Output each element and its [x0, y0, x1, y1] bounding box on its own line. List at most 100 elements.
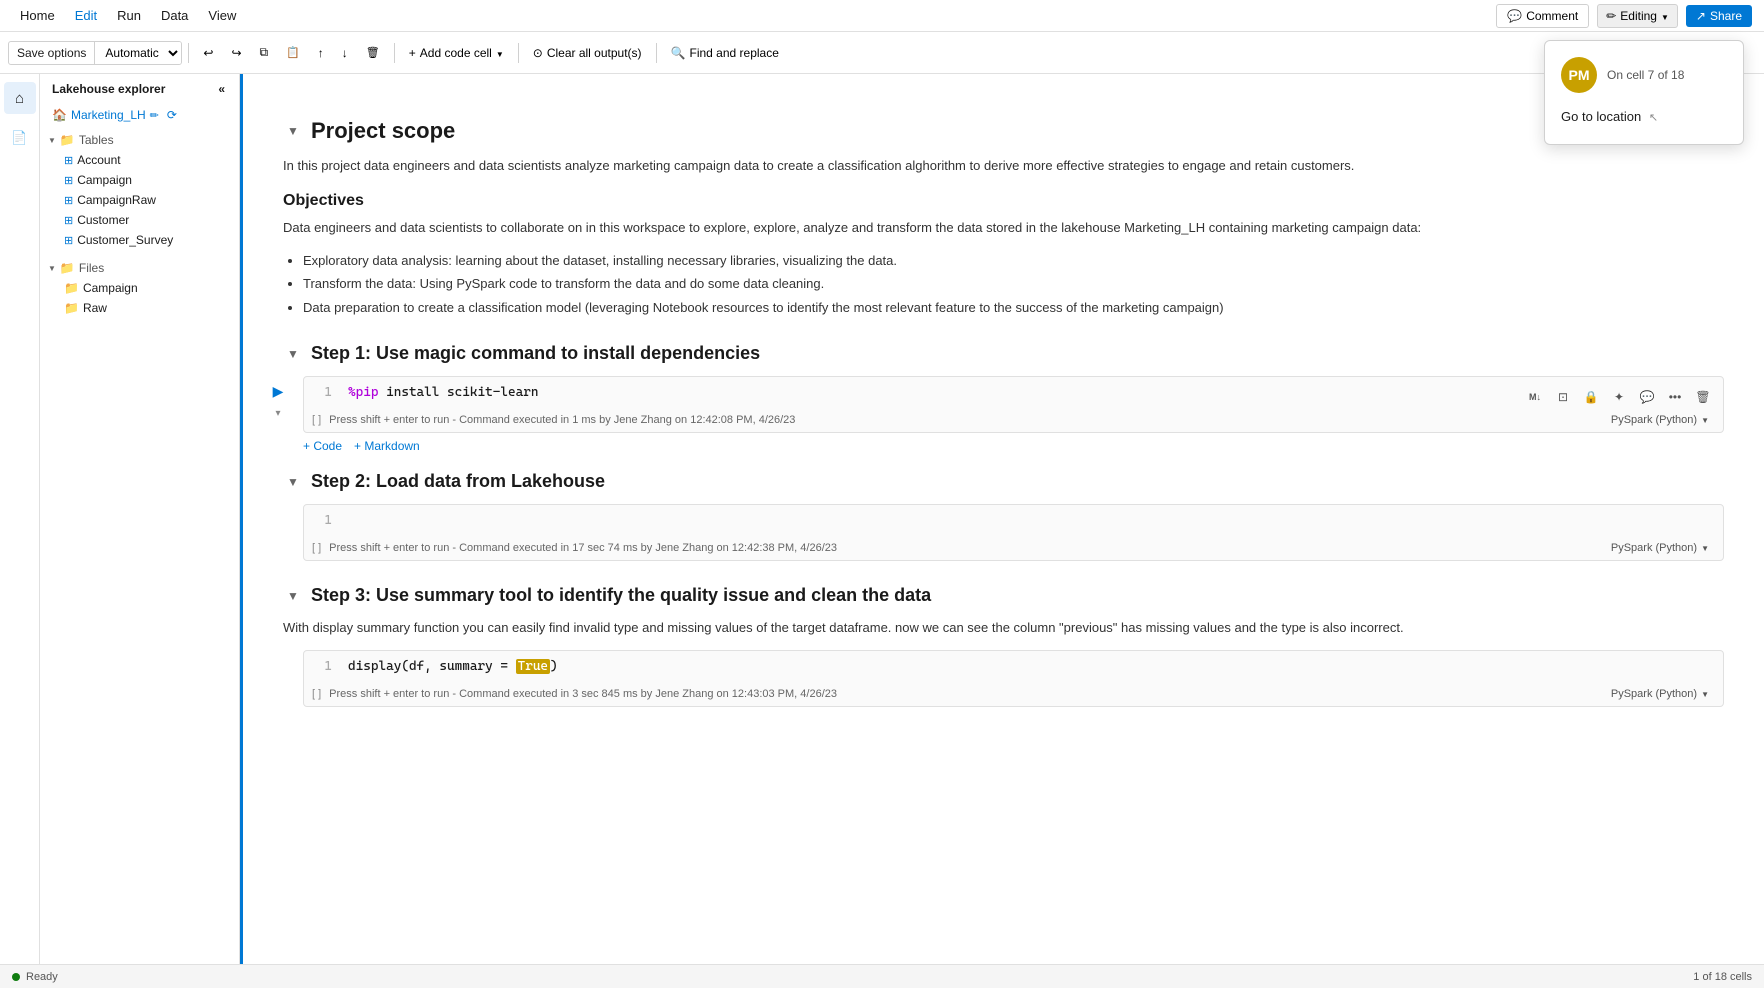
lakehouse-name[interactable]: 🏠 Marketing_LH ✏ ⟳ — [40, 104, 239, 126]
cell1-collapse-button[interactable]: ▾ — [269, 404, 287, 422]
save-options-label: Save options — [9, 42, 94, 64]
folder-tables-icon: 📁 — [60, 133, 75, 147]
sidebar-panel: Lakehouse explorer « 🏠 Marketing_LH ✏ ⟳ … — [40, 74, 240, 964]
undo-button[interactable] — [195, 42, 221, 64]
cell1-more-button[interactable]: ••• — [1663, 385, 1687, 409]
table-campaign-icon: ⊞ — [64, 174, 73, 187]
cell1-language-badge[interactable]: PySpark (Python) — [1605, 412, 1715, 428]
cell1-delete-button[interactable]: 🗑 — [1691, 385, 1715, 409]
user-avatar: PM — [1561, 57, 1597, 93]
share-icon: ↗ — [1696, 9, 1706, 23]
code-cell-2[interactable]: 1 [ ] Press shift + enter to run - Comma… — [303, 504, 1724, 561]
comment-button[interactable]: 💬 Comment — [1496, 4, 1589, 28]
goto-location-button[interactable]: Go to location ↖ — [1561, 105, 1727, 128]
menu-run[interactable]: Run — [109, 4, 149, 27]
status-dot — [12, 973, 20, 981]
step1-title: Step 1: Use magic command to install dep… — [311, 343, 760, 364]
bullet-1: Exploratory data analysis: learning abou… — [303, 249, 1724, 272]
lakehouse-edit-icon[interactable]: ✏ — [150, 109, 159, 122]
user-popup: PM On cell 7 of 18 Go to location ↖ — [1544, 40, 1744, 145]
cell1-run-button[interactable]: ▶ — [267, 380, 289, 402]
cell1-controls: ▶ ▾ — [267, 376, 289, 422]
folder-campaign-icon: 📁 — [64, 281, 79, 295]
lakehouse-explorer-title: Lakehouse explorer — [52, 82, 165, 96]
clear-icon: ⊙ — [533, 46, 543, 60]
section-step2: ▼ Step 2: Load data from Lakehouse — [283, 471, 1724, 492]
clear-all-outputs-button[interactable]: ⊙ Clear all output(s) — [525, 42, 650, 64]
add-cell-row-1: + Code + Markdown — [303, 433, 1724, 459]
sidebar-item-campaign[interactable]: ⊞ Campaign — [40, 170, 239, 190]
cell1-split-button[interactable]: ⊡ — [1551, 385, 1575, 409]
toolbar-divider-1 — [188, 43, 189, 63]
file-icon: 📄 — [11, 130, 27, 146]
section-project-scope: ▼ Project scope — [283, 118, 1724, 144]
move-down-icon: ↓ — [342, 46, 348, 60]
paste-button[interactable]: 📋 — [278, 42, 308, 63]
code-step3: display(df, summary = True) — [348, 659, 558, 674]
folder-raw-icon: 📁 — [64, 301, 79, 315]
delete-button[interactable]: 🗑 — [358, 42, 388, 63]
toolbar-divider-2 — [394, 43, 395, 63]
menu-data[interactable]: Data — [153, 4, 196, 27]
tables-group[interactable]: 📁 Tables — [40, 130, 239, 150]
collapse-step1-button[interactable]: ▼ — [283, 344, 303, 364]
menu-view[interactable]: View — [200, 4, 244, 27]
sidebar-icon-file[interactable]: 📄 — [4, 122, 36, 154]
comment-icon: 💬 — [1507, 9, 1522, 23]
collapse-step3-button[interactable]: ▼ — [283, 586, 303, 606]
lakehouse-refresh-icon[interactable]: ⟳ — [167, 108, 177, 122]
cell1-comment-button[interactable]: 💬 — [1635, 385, 1659, 409]
redo-button[interactable] — [223, 42, 249, 64]
sidebar-item-campaignraw[interactable]: ⊞ CampaignRaw — [40, 190, 239, 210]
home-icon: ⌂ — [15, 90, 24, 107]
cell-step3: 1 display(df, summary = True) [ ] Press … — [303, 650, 1724, 707]
cell1-md-button[interactable]: M↓ — [1523, 385, 1547, 409]
undo-icon — [203, 46, 213, 60]
code-cell-3[interactable]: 1 display(df, summary = True) [ ] Press … — [303, 650, 1724, 707]
sidebar-item-account[interactable]: ⊞ Account — [40, 150, 239, 170]
move-down-button[interactable]: ↓ — [334, 42, 356, 64]
share-button[interactable]: ↗ Share — [1686, 5, 1752, 27]
add-markdown-button-1[interactable]: + Markdown — [354, 439, 420, 453]
add-code-button-1[interactable]: + Code — [303, 439, 342, 453]
files-group[interactable]: 📁 Files — [40, 258, 239, 278]
code-step1: %pip install scikit-learn — [348, 385, 538, 400]
save-options-select[interactable]: Automatic Manual — [94, 42, 181, 64]
menu-home[interactable]: Home — [12, 4, 63, 27]
cell1-execution: [ ] Press shift + enter to run - Command… — [304, 408, 1723, 432]
toolbar-divider-3 — [518, 43, 519, 63]
cell1-toolbar: M↓ ⊡ 🔒 ✦ 💬 ••• 🗑 — [1523, 385, 1715, 409]
collapse-project-scope-button[interactable]: ▼ — [283, 121, 303, 141]
step3-description: With display summary function you can ea… — [283, 618, 1724, 638]
cell2-language-badge[interactable]: PySpark (Python) — [1605, 540, 1715, 556]
cell-count: 1 of 18 cells — [1693, 971, 1752, 983]
collapse-sidebar-button[interactable]: « — [216, 80, 227, 98]
sidebar-item-raw-folder[interactable]: 📁 Raw — [40, 298, 239, 318]
sidebar-icon-home[interactable]: ⌂ — [4, 82, 36, 114]
copy-button[interactable]: ⧉ — [252, 41, 277, 64]
add-code-cell-button[interactable]: + Add code cell — [401, 42, 512, 64]
collapse-step2-button[interactable]: ▼ — [283, 472, 303, 492]
line-number-1: 1 — [316, 385, 332, 400]
sidebar-item-campaign-folder[interactable]: 📁 Campaign — [40, 278, 239, 298]
editing-button[interactable]: ✏ Editing — [1597, 4, 1678, 28]
menu-edit[interactable]: Edit — [67, 4, 105, 27]
sidebar-item-customer[interactable]: ⊞ Customer — [40, 210, 239, 230]
toolbar-divider-4 — [656, 43, 657, 63]
cell1-lock-button[interactable]: 🔒 — [1579, 385, 1603, 409]
sidebar-item-customer-survey[interactable]: ⊞ Customer_Survey — [40, 230, 239, 250]
table-campaignraw-icon: ⊞ — [64, 194, 73, 207]
add-code-chevron-icon — [496, 46, 504, 60]
delete-icon: 🗑 — [366, 46, 380, 59]
editing-chevron-icon — [1661, 9, 1669, 23]
sidebar-icons: ⌂ 📄 — [0, 74, 40, 964]
status-bar: Ready 1 of 18 cells — [0, 964, 1764, 988]
tree-section-tables: 📁 Tables ⊞ Account ⊞ Campaign ⊞ Campaign… — [40, 126, 239, 254]
move-up-button[interactable]: ↑ — [310, 42, 332, 64]
objectives-list: Exploratory data analysis: learning abou… — [283, 249, 1724, 319]
cell3-language-badge[interactable]: PySpark (Python) — [1605, 686, 1715, 702]
cell1-star-button[interactable]: ✦ — [1607, 385, 1631, 409]
code-cell-1[interactable]: M↓ ⊡ 🔒 ✦ 💬 ••• 🗑 1 %pip install scikit-l… — [303, 376, 1724, 433]
find-replace-button[interactable]: 🔍 Find and replace — [663, 42, 787, 64]
folder-files-icon: 📁 — [60, 261, 75, 275]
